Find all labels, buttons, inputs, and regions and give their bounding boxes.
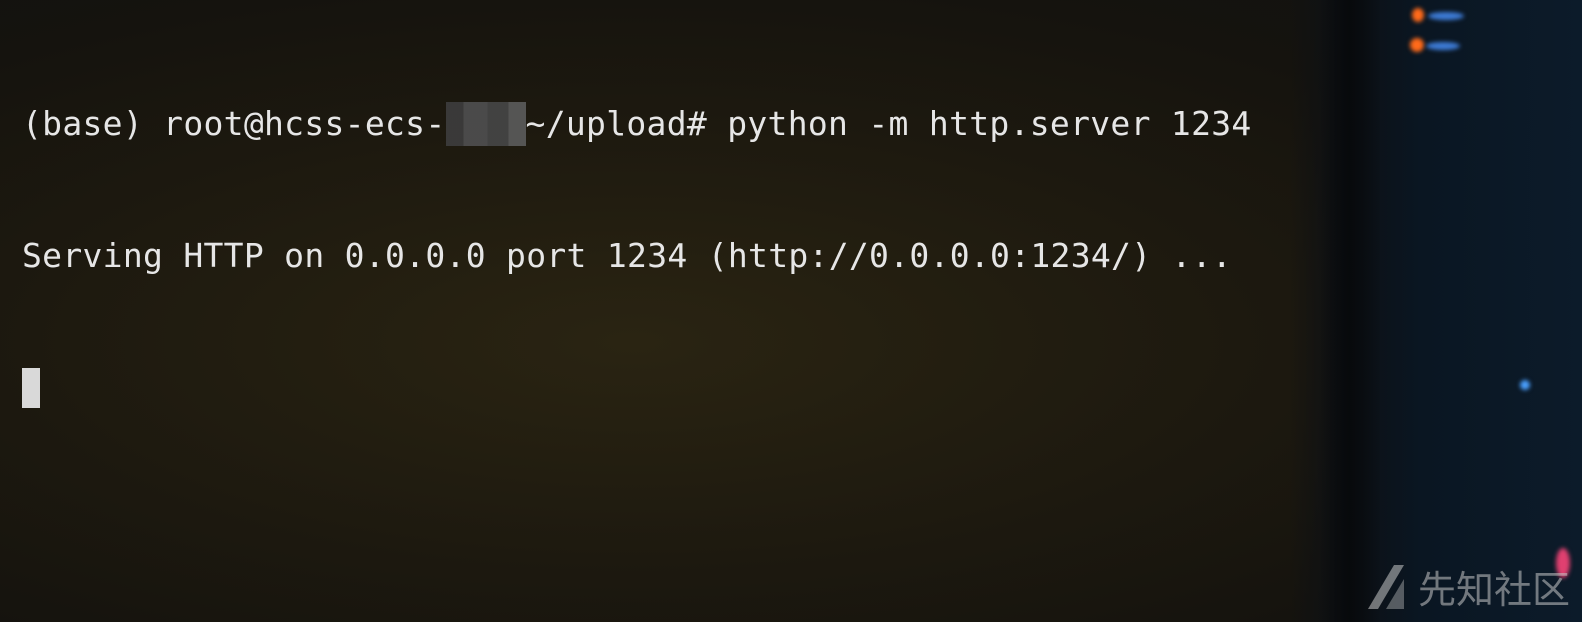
server-output-line: Serving HTTP on 0.0.0.0 port 1234 (http:… — [22, 236, 1233, 275]
redacted-hostname — [445, 102, 526, 146]
background-glow-dot — [1410, 38, 1424, 52]
terminal-output: (base) root@hcss-ecs- ~/upload# python -m… — [22, 14, 1252, 498]
background-glow-dot — [1520, 380, 1530, 390]
watermark: 先知社区 — [1364, 559, 1570, 614]
prompt-prefix: (base) root@hcss-ecs- — [22, 104, 446, 143]
background-glow-dot — [1412, 8, 1424, 22]
prompt-suffix: ~/upload# — [525, 104, 728, 143]
terminal-window[interactable]: (base) root@hcss-ecs- ~/upload# python -m… — [0, 0, 1582, 622]
text-cursor — [22, 368, 40, 408]
command-line: (base) root@hcss-ecs- ~/upload# python -m… — [22, 102, 1252, 146]
background-glow-dot — [1426, 42, 1460, 50]
xianzhi-logo-icon — [1367, 564, 1404, 609]
input-line[interactable] — [22, 366, 1252, 410]
background-monitor-edge — [1320, 0, 1380, 622]
background-glow-dot — [1428, 12, 1464, 20]
watermark-text: 先知社区 — [1417, 568, 1570, 612]
command-text: python -m http.server 1234 — [727, 104, 1252, 143]
